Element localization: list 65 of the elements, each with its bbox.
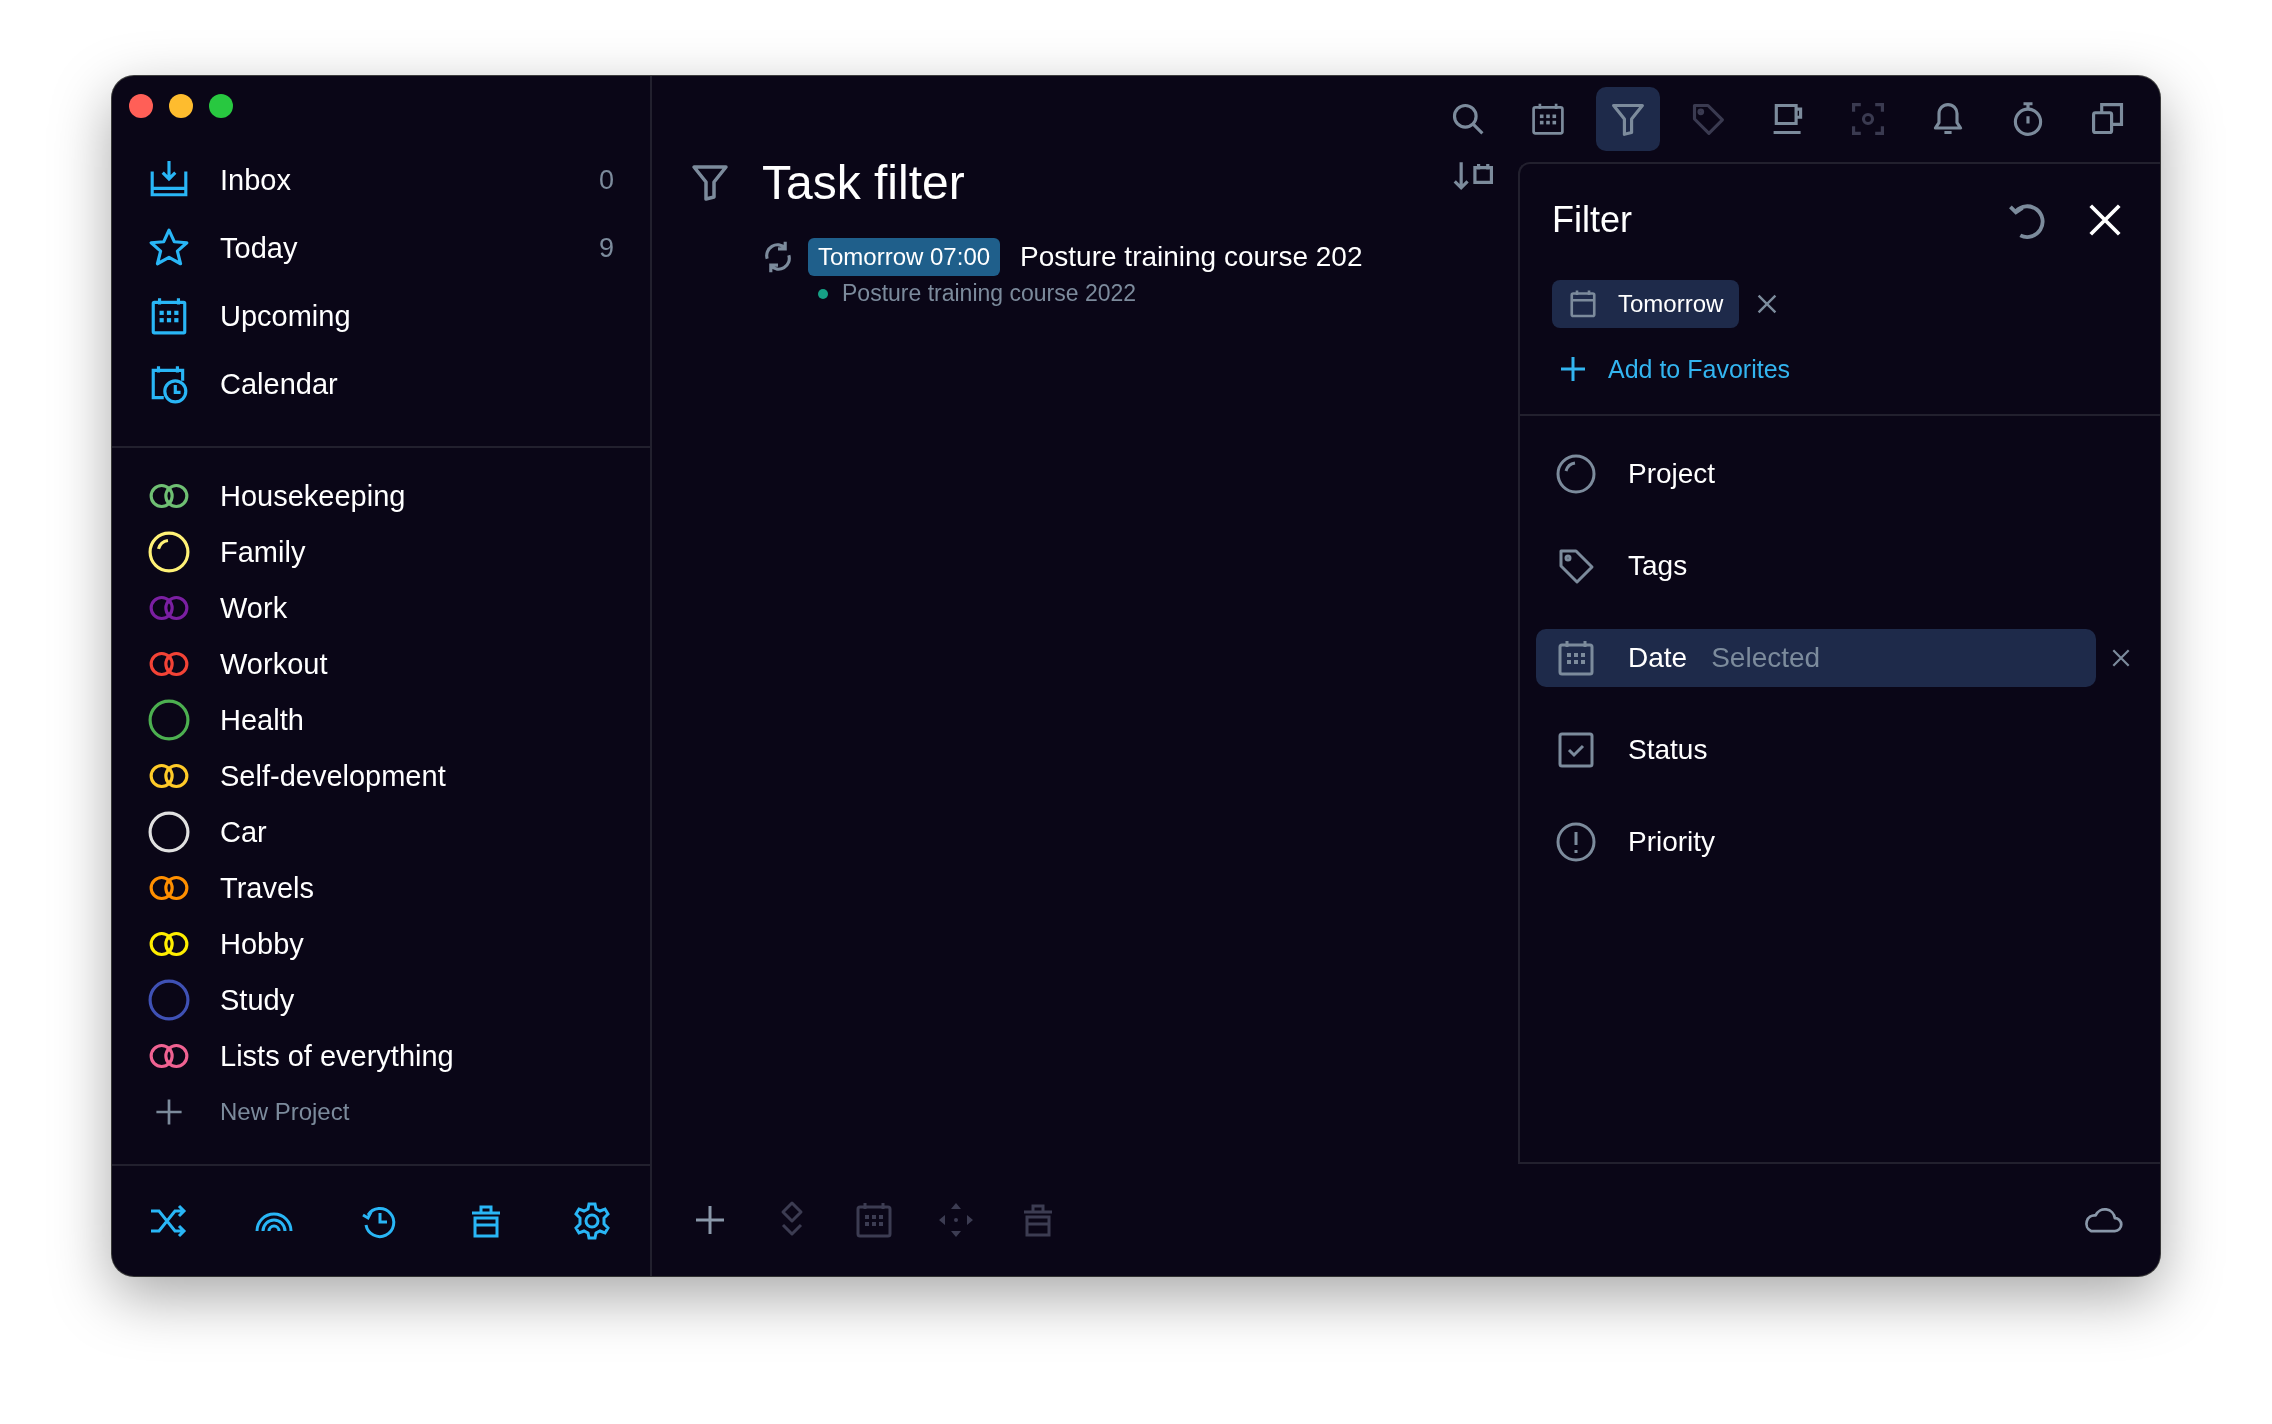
tag-icon — [1690, 101, 1726, 137]
project-label: Car — [220, 815, 267, 849]
sidebar-item-label: Calendar — [220, 367, 339, 401]
project-label: Study — [220, 983, 295, 1017]
item-count: 9 — [598, 232, 614, 264]
project-item[interactable]: Car — [148, 804, 650, 860]
project-item[interactable]: Hobby — [148, 916, 650, 972]
page-title: Task filter — [762, 154, 966, 210]
settings-icon[interactable] — [572, 1201, 612, 1241]
sidebar-item-label: Upcoming — [220, 299, 352, 333]
task-title: Posture training course 202 — [1020, 241, 1363, 273]
project-label: Hobby — [220, 927, 304, 961]
scan-frame-icon — [1850, 101, 1886, 137]
project-label: Lists of everything — [220, 1039, 454, 1073]
checkbox-icon — [1556, 730, 1596, 770]
panel-title: Filter — [1552, 199, 1633, 241]
filter-button[interactable] — [1596, 87, 1660, 151]
filter-option[interactable]: Tags — [1536, 537, 2096, 595]
plus-icon — [1558, 354, 1588, 384]
search-icon — [1450, 101, 1486, 137]
filter-icon — [1610, 101, 1646, 137]
filter-option[interactable]: Status — [1536, 721, 2096, 779]
minimize-button[interactable] — [169, 94, 193, 118]
project-label: Work — [220, 591, 288, 625]
copy-icon — [2090, 101, 2126, 137]
calendar-icon — [1530, 101, 1566, 137]
project-label: Self-development — [220, 759, 446, 793]
sidebar-item-label: Today — [220, 231, 299, 265]
sidebar-item[interactable]: Inbox 0 — [148, 146, 650, 214]
project-item[interactable]: Work — [148, 580, 650, 636]
project-item[interactable]: Housekeeping — [148, 468, 650, 524]
project-label: Travels — [220, 871, 314, 905]
task-project: Posture training course 2022 — [842, 280, 1137, 307]
progress-ring-icon — [1556, 454, 1596, 494]
exclamation-icon — [1556, 822, 1596, 862]
project-item[interactable]: Health — [148, 692, 650, 748]
sidebar-item[interactable]: Upcoming — [148, 282, 650, 350]
filter-icon — [690, 162, 730, 202]
project-label: Workout — [220, 647, 328, 681]
project-label: Family — [220, 535, 306, 569]
sidebar-item[interactable]: Calendar — [148, 350, 650, 418]
project-label: Housekeeping — [220, 479, 406, 513]
filter-chip[interactable]: Tomorrow — [1552, 280, 1740, 328]
project-item[interactable]: Study — [148, 972, 650, 1028]
filter-option[interactable]: Project — [1536, 445, 2096, 503]
project-label: Health — [220, 703, 304, 737]
project-item[interactable]: Travels — [148, 860, 650, 916]
project-item[interactable]: Workout — [148, 636, 650, 692]
filter-option[interactable]: Date Selected — [1536, 629, 2096, 687]
task-item[interactable]: Tomorrow 07:00 Posture training course 202 Posture training course 2022 — [760, 238, 1496, 307]
due-date-badge: Tomorrow 07:00 — [808, 238, 1001, 276]
sidebar-item[interactable]: Today 9 — [148, 214, 650, 282]
calendar-icon — [1556, 638, 1596, 678]
project-item[interactable]: Family — [148, 524, 650, 580]
sidebar-item-label: Inbox — [220, 163, 292, 197]
close-button[interactable] — [129, 94, 153, 118]
item-count: 0 — [598, 164, 614, 196]
add-to-favorites-link[interactable]: Add to Favorites — [1520, 328, 2160, 416]
project-item[interactable]: Lists of everything — [148, 1028, 650, 1084]
clear-icon[interactable] — [2110, 647, 2132, 669]
calendar-icon — [1568, 289, 1598, 319]
zoom-button[interactable] — [209, 94, 233, 118]
new-project-button[interactable]: New Project — [148, 1084, 650, 1140]
project-item[interactable]: Self-development — [148, 748, 650, 804]
filter-option[interactable]: Priority — [1536, 813, 2096, 871]
